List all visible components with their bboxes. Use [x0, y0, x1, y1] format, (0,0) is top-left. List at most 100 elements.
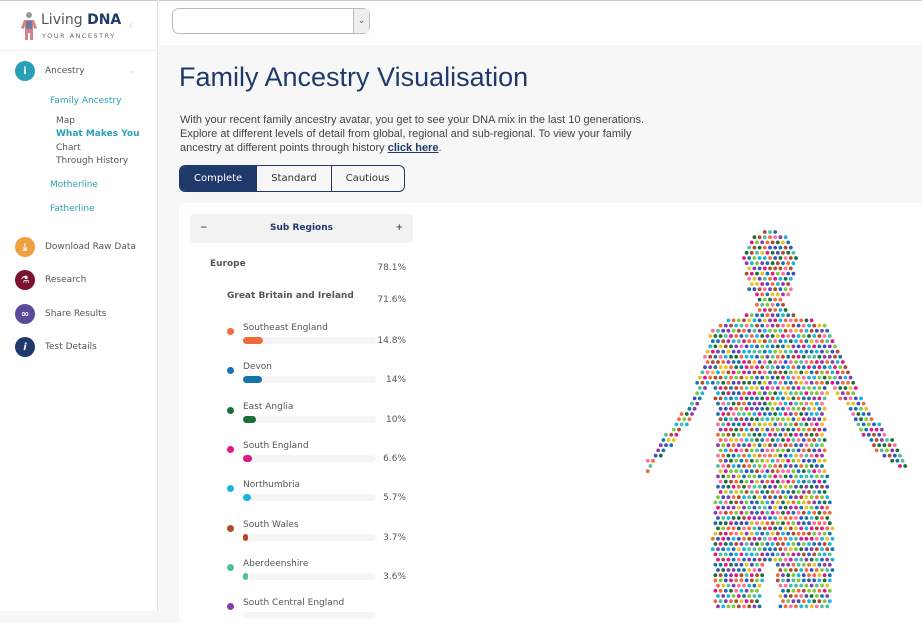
dna-dot — [788, 412, 793, 416]
dna-dot — [731, 505, 736, 510]
dna-dot — [760, 521, 765, 526]
dna-dot — [807, 573, 811, 578]
dna-dot — [760, 271, 765, 276]
dna-dot — [760, 354, 765, 359]
dna-dot — [721, 453, 726, 458]
dna-dot — [721, 536, 726, 541]
dna-dot — [838, 375, 843, 380]
dna-dot — [716, 380, 720, 385]
dna-dot — [809, 453, 814, 458]
dna-dot — [778, 604, 783, 609]
dna-dot — [744, 271, 749, 276]
dna-dot — [825, 474, 830, 479]
dna-dot — [781, 313, 785, 318]
dna-dot — [768, 422, 772, 427]
dna-dot — [755, 282, 759, 286]
dna-dot — [762, 360, 767, 364]
dna-dot — [864, 417, 869, 422]
dna-dot — [817, 427, 822, 432]
dna-dot — [791, 386, 796, 390]
dna-dot — [757, 422, 762, 427]
dna-dot — [757, 443, 762, 448]
dna-dot — [731, 604, 736, 609]
dna-dot — [794, 604, 798, 609]
dna-dot — [783, 443, 788, 448]
dna-dot — [713, 588, 718, 593]
dna-dot — [705, 349, 710, 354]
dna-dot — [768, 256, 772, 260]
dna-dot — [835, 360, 840, 364]
dna-dot — [788, 443, 793, 448]
dna-dot — [812, 562, 817, 567]
dna-dot — [791, 588, 796, 593]
dna-dot — [682, 417, 687, 422]
dna-dot — [708, 354, 713, 359]
dna-dot — [801, 521, 806, 526]
dna-dot — [820, 495, 824, 500]
dna-dot — [773, 370, 778, 375]
dna-dot — [812, 542, 817, 546]
dna-dot — [778, 474, 783, 479]
dna-dot — [736, 349, 741, 354]
dna-dot — [898, 453, 902, 458]
dna-dot — [778, 464, 783, 468]
dna-dot — [812, 531, 817, 536]
dna-dot — [822, 458, 827, 463]
dna-dot — [762, 526, 767, 531]
dna-dot — [752, 568, 757, 572]
dna-dot — [788, 318, 793, 323]
dna-dot — [760, 365, 765, 370]
dna-dot — [778, 516, 783, 520]
dna-dot — [820, 453, 824, 458]
dna-dot — [747, 583, 752, 588]
dna-dot — [778, 370, 783, 375]
dna-dot — [773, 443, 778, 448]
dna-dot — [827, 365, 832, 370]
dna-dot — [801, 344, 806, 349]
dna-dot — [729, 448, 733, 453]
dna-dot — [791, 406, 796, 411]
dna-dot — [742, 453, 746, 458]
dna-dot — [781, 292, 785, 297]
dna-dot — [742, 256, 746, 260]
dna-dot — [718, 396, 723, 401]
dna-dot — [869, 438, 874, 442]
dna-dot — [765, 386, 770, 390]
dna-dot — [731, 360, 736, 364]
dna-dot — [760, 323, 765, 328]
dna-dot — [726, 516, 731, 520]
dna-dot — [666, 438, 671, 442]
dna-dot — [718, 531, 723, 536]
dna-dot — [804, 594, 809, 598]
dna-dot — [757, 266, 762, 271]
dna-dot — [742, 526, 746, 531]
dna-dot — [773, 339, 778, 344]
dna-dot — [723, 386, 728, 390]
dna-dot — [718, 599, 723, 604]
dna-dot — [765, 490, 770, 494]
dna-dot — [768, 453, 772, 458]
dna-dot — [809, 604, 814, 609]
dna-dot — [874, 448, 879, 453]
dna-dot — [801, 375, 806, 380]
dna-dot — [749, 365, 754, 370]
dna-dot — [752, 557, 757, 562]
dna-dot — [742, 370, 746, 375]
dna-dot — [817, 490, 822, 494]
dna-dot — [739, 396, 744, 401]
dna-dot — [742, 474, 746, 479]
dna-dot — [788, 568, 793, 572]
dna-dot — [744, 578, 749, 583]
dna-dot — [773, 235, 778, 240]
dna-dot — [770, 323, 775, 328]
dna-dot — [827, 552, 832, 557]
dna-dot — [744, 334, 749, 338]
dna-dot — [757, 547, 762, 552]
dna-dot — [861, 422, 866, 427]
dna-dot — [752, 453, 757, 458]
dna-dot — [794, 505, 798, 510]
dna-dot — [729, 573, 733, 578]
dna-dot — [812, 354, 817, 359]
dna-dot — [721, 432, 726, 437]
dna-dot — [781, 588, 785, 593]
